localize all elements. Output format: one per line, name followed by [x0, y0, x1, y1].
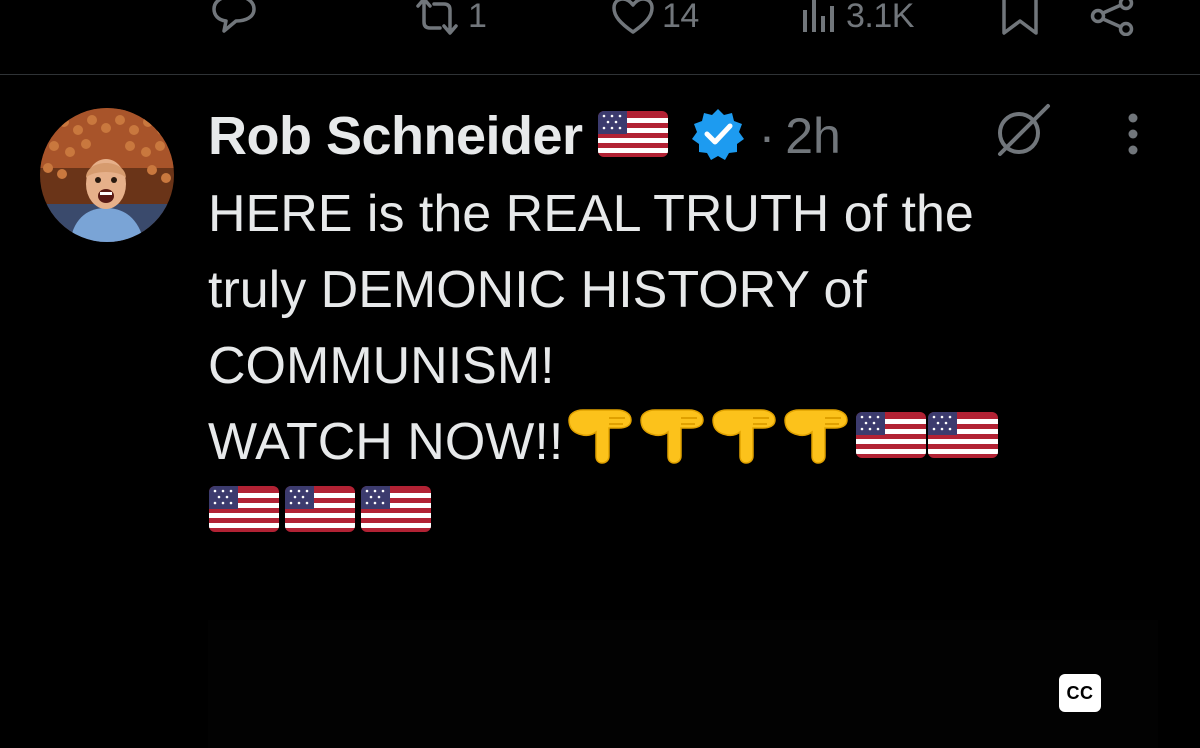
like-button[interactable]: 14: [610, 0, 699, 36]
post-text-line: HERE is the REAL TRUTH of the: [208, 185, 974, 243]
post-text-line: truly DEMONIC HISTORY of: [208, 261, 867, 319]
like-count: 14: [662, 0, 699, 35]
views-count: 3.1K: [846, 0, 914, 35]
avatar-photo: [40, 108, 174, 242]
reply-button[interactable]: [210, 0, 258, 34]
bookmark-icon: [1002, 0, 1038, 35]
bookmark-button[interactable]: [1000, 0, 1040, 36]
us-flag-emoji: [208, 480, 280, 556]
pointing-down-hand-emoji: [565, 400, 637, 485]
us-flag-emoji: [855, 406, 927, 482]
us-flag-icon: [597, 108, 669, 165]
pointing-down-hand-emoji: [781, 400, 853, 485]
author-avatar[interactable]: [40, 108, 174, 242]
post-text-line: WATCH NOW!!: [208, 413, 564, 471]
views-button[interactable]: 3.1K: [800, 0, 914, 36]
repost-count: 1: [468, 0, 487, 35]
post-header: Rob Schneider · 2h: [208, 104, 841, 168]
post-timestamp[interactable]: 2h: [785, 107, 841, 165]
pointing-down-hand-emoji: [637, 400, 709, 485]
verified-badge-icon[interactable]: [691, 107, 745, 166]
pointing-hands-emoji-group: [565, 400, 853, 485]
flag-emoji-group: [855, 402, 999, 481]
share-button[interactable]: [1088, 0, 1136, 36]
repost-button[interactable]: 1: [412, 0, 487, 36]
post-text-line: COMMUNISM!: [208, 337, 555, 395]
video-preview[interactable]: CC: [208, 620, 1158, 748]
previous-post-action-bar: 1 14 3.1K: [0, 0, 1200, 75]
post-text-line-with-emoji: WATCH NOW!!: [208, 404, 1188, 480]
us-flag-emoji: [284, 480, 356, 556]
bar-chart-icon: [803, 0, 834, 32]
share-icon: [1090, 0, 1134, 36]
grok-icon[interactable]: [990, 100, 1056, 167]
timestamp-separator: ·: [758, 108, 776, 164]
speech-bubble-icon: [212, 0, 256, 33]
pointing-down-hand-emoji: [709, 400, 781, 485]
heart-icon: [612, 0, 654, 34]
closed-captions-button[interactable]: CC: [1059, 674, 1101, 712]
flag-emoji-row: [208, 480, 1188, 556]
post-text: HERE is the REAL TRUTH of the truly DEMO…: [208, 176, 1188, 556]
repost-icon: [416, 0, 458, 35]
author-name[interactable]: Rob Schneider: [208, 105, 583, 167]
us-flag-emoji: [927, 406, 999, 482]
more-options-icon[interactable]: [1120, 112, 1146, 163]
us-flag-emoji: [360, 480, 432, 556]
